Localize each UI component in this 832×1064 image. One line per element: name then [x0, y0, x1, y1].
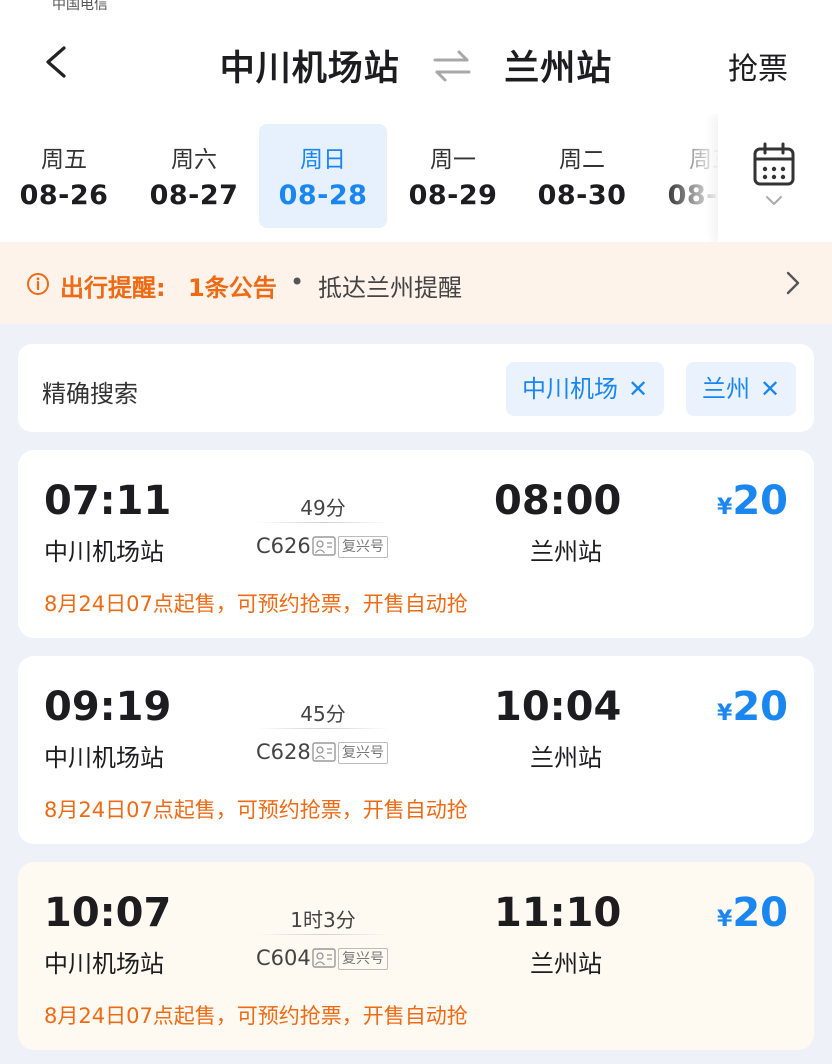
status-bar: 中国电信: [0, 0, 832, 14]
price-amount: 20: [732, 684, 788, 730]
notice-detail: 抵达兰州提醒: [318, 274, 462, 302]
header: 中川机场站 兰州站 抢票: [0, 14, 832, 114]
seat-select-icon: [312, 536, 336, 556]
sale-info: 8月24日07点起售，可预约抢票，开售自动抢: [44, 798, 468, 822]
filter-chip-to[interactable]: 兰州 ✕: [686, 362, 797, 416]
depart-station: 中川机场站: [44, 538, 164, 566]
date-weekday: 周六: [171, 147, 217, 173]
chevron-right-icon: [786, 271, 800, 295]
currency-symbol: ¥: [717, 495, 733, 520]
depart-station: 中川机场站: [44, 950, 164, 978]
chip-label: 中川机场: [522, 375, 618, 403]
date-tab-0830[interactable]: 周二 08-30: [518, 124, 646, 228]
calendar-icon: [753, 142, 795, 186]
date-value: 08-29: [408, 180, 498, 211]
to-station-title[interactable]: 兰州站: [504, 49, 612, 89]
currency-symbol: ¥: [717, 907, 733, 932]
arrive-station: 兰州站: [530, 950, 602, 978]
depart-time: 09:19: [44, 684, 172, 730]
duration-line: [256, 934, 390, 935]
date-weekday: 周五: [41, 147, 87, 173]
chevron-down-icon: [766, 196, 782, 205]
train-number: C626: [256, 534, 311, 558]
date-weekday: 周二: [559, 147, 605, 173]
currency-symbol: ¥: [717, 701, 733, 726]
date-tab-0827[interactable]: 周六 08-27: [130, 124, 258, 228]
depart-station: 中川机场站: [44, 744, 164, 772]
arrive-time: 10:04: [494, 684, 622, 730]
train-number: C628: [256, 740, 311, 764]
route-title: 中川机场站 兰州站: [0, 40, 832, 91]
swap-arrows-icon[interactable]: [427, 46, 477, 86]
info-circle-icon: [27, 273, 49, 295]
seat-select-icon: [312, 948, 336, 968]
chip-label: 兰州: [702, 375, 750, 403]
duration: 49分: [300, 496, 346, 520]
depart-time: 10:07: [44, 890, 172, 936]
date-selector: 周五 08-26 周六 08-27 周日 08-28 周一 08-29 周二 0…: [0, 114, 832, 242]
arrive-time: 11:10: [494, 890, 622, 936]
train-card-c628[interactable]: 09:19 中川机场站 45分 C628 复兴号 10:04 兰州站 ¥20 8…: [18, 656, 814, 844]
date-fade-overlay: [660, 114, 720, 242]
duration: 1时3分: [290, 908, 356, 932]
seat-select-icon: [312, 742, 336, 762]
ticket-price: ¥20: [717, 684, 788, 730]
date-weekday: 周日: [300, 147, 346, 173]
train-card-c604[interactable]: 10:07 中川机场站 1时3分 C604 复兴号 11:10 兰州站 ¥20 …: [18, 862, 814, 1050]
train-type-badge: 复兴号: [338, 536, 388, 558]
train-number: C604: [256, 946, 311, 970]
travel-notice-banner[interactable]: 出行提醒: 1条公告 • 抵达兰州提醒: [0, 242, 832, 324]
carrier-name: 中国电信: [52, 0, 108, 13]
filter-label: 精确搜索: [42, 380, 138, 408]
date-value: 08-27: [149, 180, 239, 211]
train-type-badge: 复兴号: [338, 948, 388, 970]
duration-line: [256, 522, 390, 523]
notice-separator: •: [290, 268, 305, 296]
train-type-badge: 复兴号: [338, 742, 388, 764]
arrive-station: 兰州站: [530, 538, 602, 566]
notice-title: 出行提醒:: [60, 274, 166, 302]
date-tab-0829[interactable]: 周一 08-29: [389, 124, 517, 228]
date-tab-0826[interactable]: 周五 08-26: [0, 124, 128, 228]
precise-search-filter: 精确搜索 中川机场 ✕ 兰州 ✕: [18, 344, 814, 432]
date-value: 08-30: [537, 180, 627, 211]
ticket-price: ¥20: [717, 478, 788, 524]
grab-ticket-button[interactable]: 抢票: [728, 44, 788, 88]
ticket-price: ¥20: [717, 890, 788, 936]
date-value: 08-26: [19, 180, 109, 211]
train-card-c626[interactable]: 07:11 中川机场站 49分 C626 复兴号 08:00 兰州站 ¥20 8…: [18, 450, 814, 638]
price-amount: 20: [732, 478, 788, 524]
date-tab-0828-selected[interactable]: 周日 08-28: [259, 124, 387, 228]
arrive-station: 兰州站: [530, 744, 602, 772]
depart-time: 07:11: [44, 478, 172, 524]
from-station-title[interactable]: 中川机场站: [220, 49, 400, 89]
sale-info: 8月24日07点起售，可预约抢票，开售自动抢: [44, 592, 468, 616]
filter-chip-from[interactable]: 中川机场 ✕: [506, 362, 665, 416]
date-weekday: 周一: [430, 147, 476, 173]
arrive-time: 08:00: [494, 478, 622, 524]
date-value: 08-28: [278, 180, 368, 211]
sale-info: 8月24日07点起售，可预约抢票，开售自动抢: [44, 1004, 468, 1028]
close-icon[interactable]: ✕: [760, 375, 780, 403]
calendar-button[interactable]: [718, 114, 832, 242]
price-amount: 20: [732, 890, 788, 936]
notice-count: 1条公告: [188, 274, 277, 302]
duration-line: [256, 728, 390, 729]
close-icon[interactable]: ✕: [628, 375, 648, 403]
duration: 45分: [300, 702, 346, 726]
